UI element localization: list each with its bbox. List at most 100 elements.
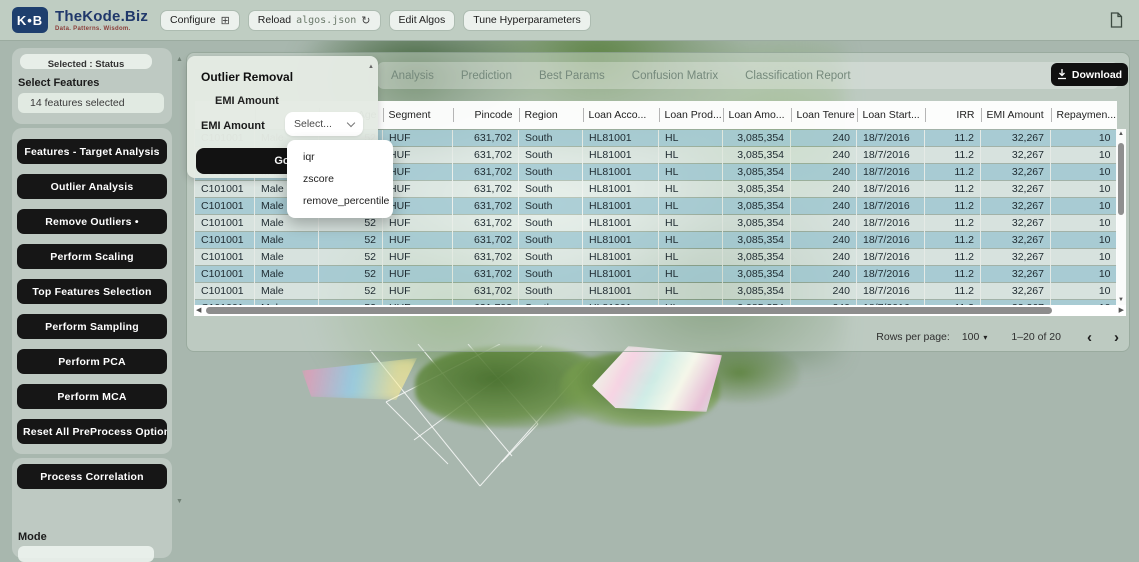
mode-select[interactable] (18, 546, 154, 562)
table-cell: South (519, 147, 583, 164)
table-row: C101001Male52HUF631,702SouthHL81001HL3,0… (195, 232, 1117, 249)
table-cell: South (519, 266, 583, 283)
edit-algos-button[interactable]: Edit Algos (389, 10, 456, 31)
table-horizontal-scrollbar[interactable]: ◀ ▶ (194, 305, 1126, 316)
table-cell: 18/7/2016 (857, 283, 925, 300)
table-cell: 3,085,354 (723, 232, 791, 249)
table-cell: 631,702 (453, 283, 519, 300)
reload-label: Reload (258, 14, 291, 26)
table-cell: 10 (1051, 130, 1117, 147)
table-cell: 10 (1051, 181, 1117, 198)
tab-prediction[interactable]: Prediction (461, 70, 512, 82)
table-vertical-scrollbar[interactable]: ▲ ▼ (1116, 129, 1126, 305)
tune-hyperparameters-button[interactable]: Tune Hyperparameters (463, 10, 591, 31)
tab-confusion-matrix[interactable]: Confusion Matrix (632, 70, 718, 82)
perform-scaling-button[interactable]: Perform Scaling (17, 244, 167, 269)
table-cell: 631,702 (453, 147, 519, 164)
column-header-pincode: Pincode (453, 101, 519, 130)
download-label: Download (1072, 69, 1122, 81)
reset-all-preprocess-options-button[interactable]: Reset All PreProcess Options (17, 419, 167, 444)
table-cell: HUF (383, 283, 453, 300)
table-cell: 32,267 (981, 283, 1051, 300)
chevron-down-icon (347, 118, 355, 126)
table-cell: 18/7/2016 (857, 147, 925, 164)
next-page-button[interactable]: › (1114, 329, 1119, 346)
table-cell: 3,085,354 (723, 283, 791, 300)
table-cell: 32,267 (981, 147, 1051, 164)
sidebar-scroll-up-arrow[interactable]: ▲ (176, 56, 183, 63)
table-cell: 631,702 (453, 198, 519, 215)
configure-label: Configure (170, 14, 216, 26)
table-cell: C101001 (195, 198, 255, 215)
vertical-scroll-thumb[interactable] (1118, 143, 1124, 215)
table-cell: 631,702 (453, 181, 519, 198)
perform-mca-button[interactable]: Perform MCA (17, 384, 167, 409)
table-cell: C101001 (195, 232, 255, 249)
table-cell: HUF (383, 164, 453, 181)
dropdown-option-iqr[interactable]: iqr (287, 146, 393, 168)
brand-logo[interactable]: K•B (12, 7, 48, 33)
table-cell: HL (659, 198, 723, 215)
table-cell: 32,267 (981, 249, 1051, 266)
table-cell: HL81001 (583, 198, 659, 215)
features-selected-box[interactable]: 14 features selected (18, 93, 164, 113)
scroll-down-arrow[interactable]: ▼ (1116, 297, 1126, 303)
download-button[interactable]: Download (1051, 63, 1128, 86)
features-target-analysis-button[interactable]: Features - Target Analysis (17, 139, 167, 164)
table-cell: 32,267 (981, 198, 1051, 215)
table-cell: HL81001 (583, 249, 659, 266)
perform-sampling-button[interactable]: Perform Sampling (17, 314, 167, 339)
table-cell: 240 (791, 283, 857, 300)
panel-scroll-up-arrow[interactable]: ▲ (368, 64, 374, 70)
mode-label: Mode (18, 531, 47, 543)
table-cell: 3,085,354 (723, 249, 791, 266)
pagination-range: 1–20 of 20 (1011, 331, 1061, 343)
top-features-selection-button[interactable]: Top Features Selection (17, 279, 167, 304)
table-cell: Male (255, 266, 319, 283)
table-cell: 10 (1051, 249, 1117, 266)
scroll-right-arrow[interactable]: ▶ (1119, 306, 1124, 314)
sidebar-scroll-down-arrow[interactable]: ▼ (176, 498, 183, 505)
configure-button[interactable]: Configure ⊞ (160, 10, 240, 31)
outlier-method-select[interactable]: Select... (285, 112, 363, 136)
process-correlation-button[interactable]: Process Correlation (17, 464, 167, 489)
dropdown-option-zscore[interactable]: zscore (287, 168, 393, 190)
rows-per-page-select[interactable]: 100 ▾ (962, 331, 988, 343)
table-cell: South (519, 283, 583, 300)
table-cell: 11.2 (925, 283, 981, 300)
brand-tagline: Data. Patterns. Wisdom. (55, 26, 148, 32)
outlier-analysis-button[interactable]: Outlier Analysis (17, 174, 167, 199)
table-cell: HL81001 (583, 232, 659, 249)
table-cell: HL (659, 266, 723, 283)
horizontal-scroll-thumb[interactable] (206, 307, 1052, 314)
document-icon[interactable] (1110, 12, 1123, 28)
table-cell: South (519, 130, 583, 147)
brand-block: TheKode.Biz Data. Patterns. Wisdom. (55, 9, 148, 32)
remove-outliers-button[interactable]: Remove Outliers • (17, 209, 167, 234)
table-row: C101001Male52HUF631,702SouthHL81001HL3,0… (195, 283, 1117, 300)
column-header-loan-amo: Loan Amo... (723, 101, 791, 130)
tab-analysis[interactable]: Analysis (391, 70, 434, 82)
table-cell: 10 (1051, 266, 1117, 283)
scroll-up-arrow[interactable]: ▲ (1116, 131, 1126, 137)
column-header-region: Region (519, 101, 583, 130)
table-cell: 11.2 (925, 130, 981, 147)
tab-best-params[interactable]: Best Params (539, 70, 605, 82)
scroll-left-arrow[interactable]: ◀ (196, 306, 201, 314)
table-cell: 18/7/2016 (857, 215, 925, 232)
reload-button[interactable]: Reload algos.json ↻ (248, 10, 381, 31)
perform-pca-button[interactable]: Perform PCA (17, 349, 167, 374)
tab-classification-report[interactable]: Classification Report (745, 70, 850, 82)
table-cell: 3,085,354 (723, 164, 791, 181)
table-cell: 18/7/2016 (857, 249, 925, 266)
table-cell: 3,085,354 (723, 130, 791, 147)
table-cell: 10 (1051, 147, 1117, 164)
table-cell: HL81001 (583, 164, 659, 181)
pagination-bar: Rows per page: 100 ▾ 1–20 of 20 ‹ › (876, 325, 1119, 349)
previous-page-button[interactable]: ‹ (1087, 329, 1092, 346)
table-cell: 631,702 (453, 130, 519, 147)
table-cell: 11.2 (925, 249, 981, 266)
column-header-irr: IRR (925, 101, 981, 130)
dropdown-option-remove-percentile[interactable]: remove_percentile (287, 190, 393, 212)
status-select[interactable]: Selected : Status (20, 54, 152, 69)
